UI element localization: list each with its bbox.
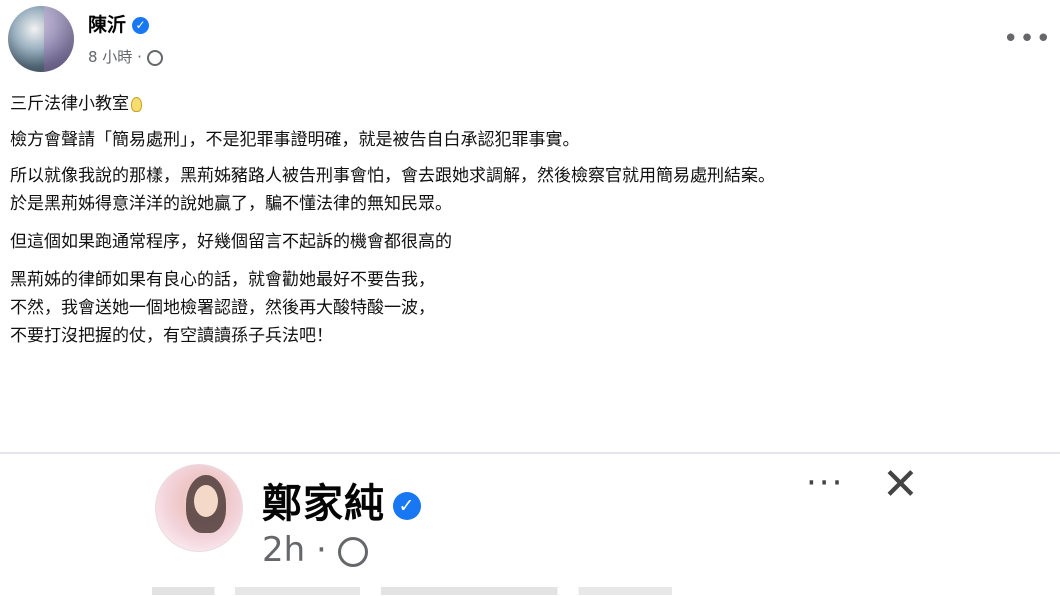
post-card-zheng: 鄭家純 ✓ 2h · ··· ✕: [0, 455, 1060, 596]
verified-badge-icon: ✓: [132, 17, 150, 34]
author-name[interactable]: 陳沂 ✓: [88, 10, 150, 37]
post-line-7: 不然，我會送她一個地檢署認證，然後再大酸特酸一波，: [10, 298, 435, 318]
meta-separator: ·: [137, 48, 142, 66]
post-line-3: 所以就像我說的那樣，黑荊姊豬路人被告刑事會怕，會去跟她求調解，然後檢察官就用簡易…: [10, 166, 775, 186]
post-line-5: 但這個如果跑通常程序，好幾個留言不起訴的機會都很高的: [10, 232, 452, 252]
close-icon[interactable]: ✕: [882, 459, 919, 510]
meta-separator-2: ·: [316, 530, 327, 570]
more-options-icon[interactable]: •••: [1003, 24, 1052, 54]
post-body: 三斤法律小教室 檢方會聲請「簡易處刑」，不是犯罪事證明確，就是被告自白承認犯罪事…: [10, 90, 1055, 350]
post-line-8: 不要打沒把握的仗，有空讀讀孫子兵法吧！: [10, 326, 333, 346]
verified-badge-icon: ✓: [393, 492, 421, 520]
author-name-2[interactable]: 鄭家純 ✓: [262, 471, 421, 529]
post-card-chenyi: 陳沂 ✓ 8 小時 · ••• 三斤法律小教室 檢方會聲請「簡易處刑」，不是犯罪事…: [0, 0, 1060, 450]
post-line-4: 於是黑荊姊得意洋洋的說她贏了，騙不懂法律的無知民眾。: [10, 194, 452, 214]
author-avatar[interactable]: [8, 6, 74, 72]
post-meta-2: 2h ·: [262, 530, 368, 570]
post-line-6: 黑荊姊的律師如果有良心的話，就會勸她最好不要告我，: [10, 270, 435, 290]
post-time-2[interactable]: 2h: [262, 530, 305, 570]
post-time[interactable]: 8 小時: [88, 48, 132, 66]
author-avatar-2[interactable]: [155, 464, 243, 552]
cropped-text-fragment: [152, 587, 672, 595]
more-options-icon[interactable]: ···: [806, 463, 844, 503]
post-line-1: 三斤法律小教室: [10, 90, 1055, 118]
post-divider: [0, 452, 1060, 454]
post-line-2: 檢方會聲請「簡易處刑」，不是犯罪事證明確，就是被告自白承認犯罪事實。: [10, 130, 580, 150]
lightbulb-emoji-icon: [131, 96, 142, 112]
globe-icon: [146, 49, 163, 66]
post-meta: 8 小時 ·: [88, 46, 163, 67]
author-name-text[interactable]: 陳沂: [88, 14, 126, 36]
globe-icon: [337, 536, 368, 567]
author-name-2-text[interactable]: 鄭家純: [262, 481, 385, 527]
